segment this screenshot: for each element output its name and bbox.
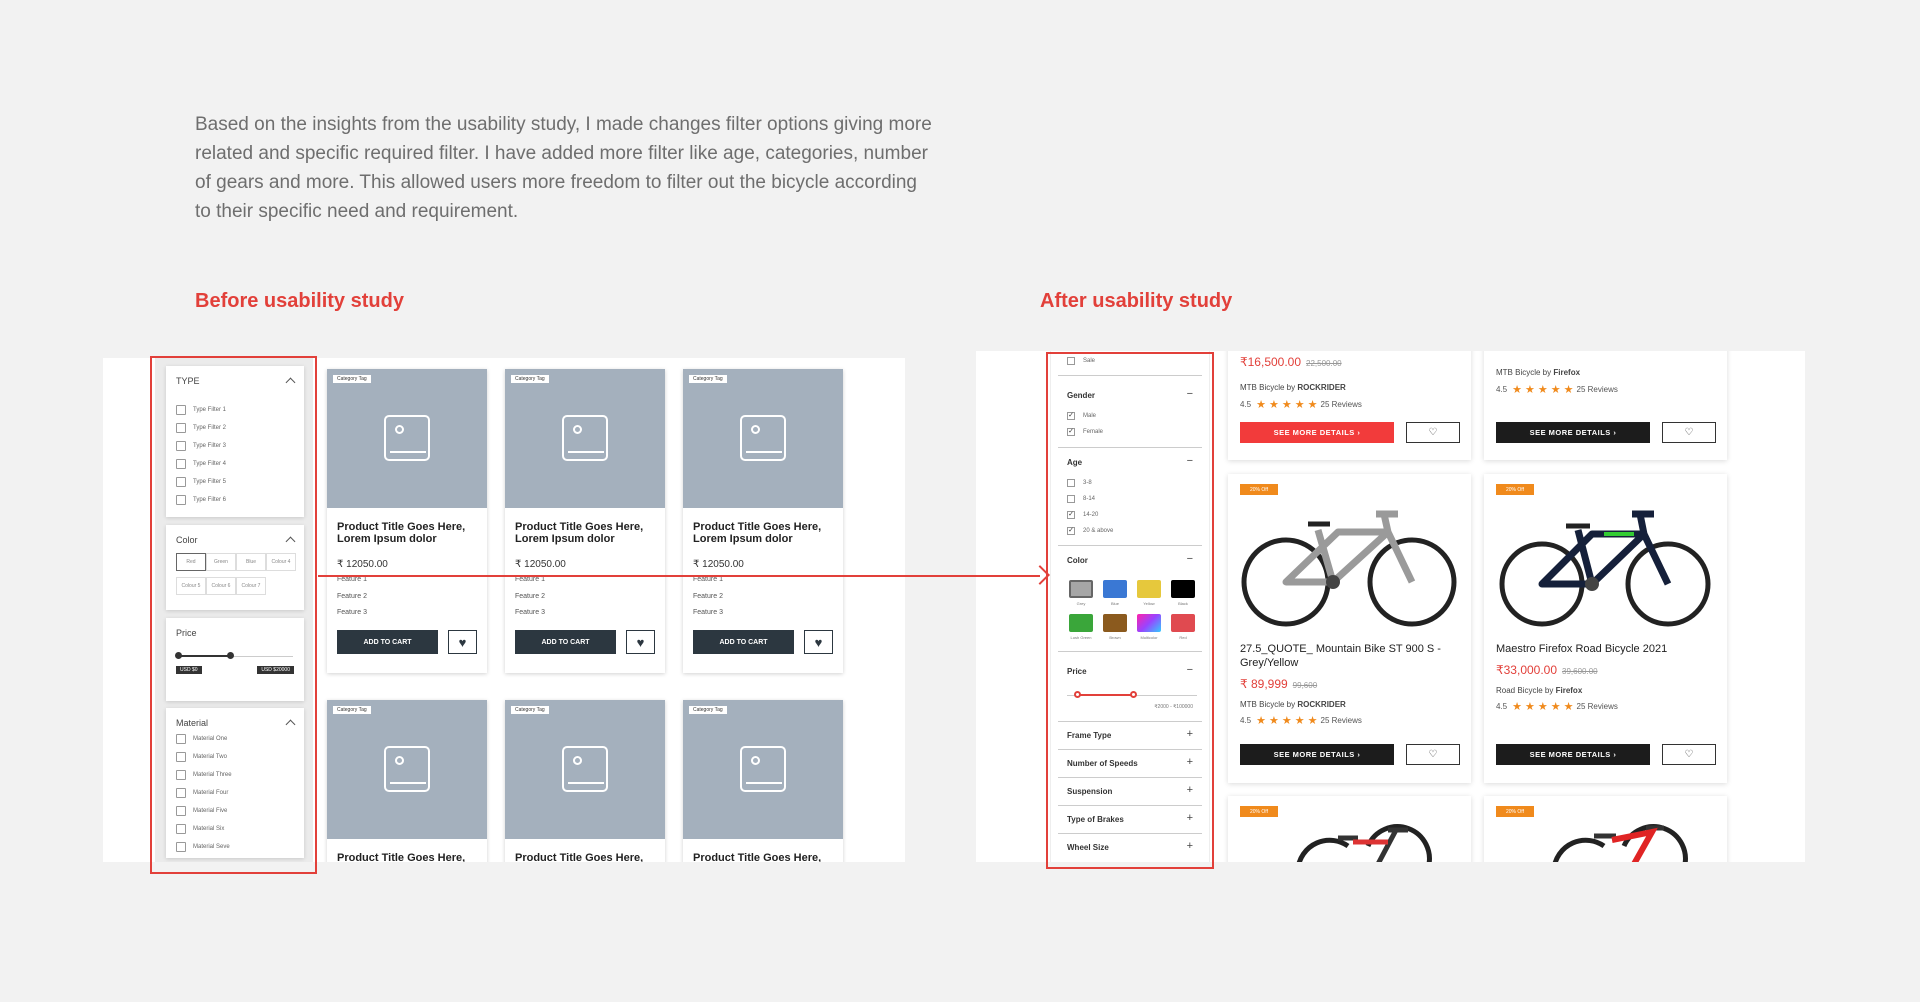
product-feature: Feature 3	[515, 609, 545, 616]
heart-icon[interactable]: ♡	[1662, 744, 1716, 765]
product-title[interactable]: Product Title Goes Here, Lorem Ipsum dol…	[693, 852, 838, 862]
product-card[interactable]: 20% Off	[1228, 796, 1471, 862]
bicycle-image[interactable]	[1524, 818, 1704, 862]
product-price: ₹ 12050.00	[337, 559, 388, 570]
product-feature: Feature 2	[337, 593, 367, 600]
product-card[interactable]: ₹16,500.00 22,500.00 MTB Bicycle by ROCKR…	[1228, 351, 1471, 460]
rating-stars: 4.5 ★ ★ ★ ★ ★ 25 Reviews	[1496, 384, 1618, 396]
product-title[interactable]: Product Title Goes Here, Lorem Ipsum dol…	[337, 521, 482, 545]
bicycle-image[interactable]	[1238, 492, 1460, 632]
product-card[interactable]: Category Tag Product Title Goes Here, Lo…	[683, 369, 843, 673]
product-image-placeholder: Category Tag	[683, 369, 843, 508]
product-brand: MTB Bicycle by Firefox	[1496, 368, 1581, 377]
heart-icon[interactable]: ♡	[1662, 422, 1716, 443]
product-price: ₹ 89,999 99,600	[1240, 677, 1318, 691]
product-image-placeholder: Category Tag	[327, 369, 487, 508]
after-heading: After usability study	[1040, 290, 1233, 312]
heart-icon[interactable]: ♥	[804, 630, 833, 654]
product-card[interactable]: Category Tag Product Title Goes Here, Lo…	[683, 700, 843, 862]
image-icon	[384, 746, 430, 792]
heart-icon[interactable]: ♡	[1406, 744, 1460, 765]
image-icon	[740, 415, 786, 461]
product-price: ₹16,500.00 22,500.00	[1240, 355, 1342, 369]
comparison-arrow	[318, 575, 1040, 577]
product-title[interactable]: Product Title Goes Here, Lorem Ipsum dol…	[337, 852, 482, 862]
product-title[interactable]: Product Title Goes Here, Lorem Ipsum dol…	[693, 521, 838, 545]
add-to-cart-button[interactable]: ADD TO CART	[515, 630, 616, 654]
product-card[interactable]: Category Tag Product Title Goes Here, Lo…	[505, 700, 665, 862]
product-feature: Feature 1	[337, 576, 367, 583]
product-image-placeholder: Category Tag	[683, 700, 843, 839]
product-name[interactable]: Maestro Firefox Road Bicycle 2021	[1496, 642, 1711, 656]
product-image-placeholder: Category Tag	[505, 700, 665, 839]
product-card[interactable]: 20% Off	[1484, 796, 1727, 862]
product-name[interactable]: 27.5_QUOTE_ Mountain Bike ST 900 S - Gre…	[1240, 642, 1455, 670]
product-feature: Feature 3	[337, 609, 367, 616]
product-title[interactable]: Product Title Goes Here, Lorem Ipsum dol…	[515, 521, 660, 545]
discount-badge: 20% Off	[1496, 806, 1534, 817]
discount-badge: 20% Off	[1240, 806, 1278, 817]
intro-paragraph: Based on the insights from the usability…	[195, 114, 932, 222]
image-icon	[740, 746, 786, 792]
before-filter-highlight	[150, 356, 317, 874]
heart-icon[interactable]: ♥	[626, 630, 655, 654]
product-price: ₹ 12050.00	[693, 559, 744, 570]
product-card[interactable]: 20% Off 27.5_QUOTE_ Mountain Bike ST 900…	[1228, 474, 1471, 783]
rating-stars: 4.5 ★ ★ ★ ★ ★ 25 Reviews	[1496, 701, 1618, 713]
product-image-placeholder: Category Tag	[327, 700, 487, 839]
heart-icon[interactable]: ♥	[448, 630, 477, 654]
product-feature: Feature 2	[515, 593, 545, 600]
product-feature: Feature 3	[693, 609, 723, 616]
see-more-details-button[interactable]: SEE MORE DETAILS ›	[1496, 422, 1650, 443]
product-card[interactable]: MTB Bicycle by Firefox 4.5 ★ ★ ★ ★ ★ 25 Review…	[1484, 351, 1727, 460]
before-heading: Before usability study	[195, 290, 404, 312]
product-feature: Feature 1	[693, 576, 723, 583]
rating-stars: 4.5 ★ ★ ★ ★ ★ 25 Reviews	[1240, 399, 1362, 411]
product-price: ₹33,000.00 39,600.00	[1496, 663, 1598, 677]
product-card[interactable]: Category Tag Product Title Goes Here, Lo…	[505, 369, 665, 673]
product-feature: Feature 2	[693, 593, 723, 600]
category-tag: Category Tag	[511, 375, 549, 383]
category-tag: Category Tag	[689, 706, 727, 714]
add-to-cart-button[interactable]: ADD TO CART	[337, 630, 438, 654]
product-price: ₹ 12050.00	[515, 559, 566, 570]
image-icon	[384, 415, 430, 461]
rating-stars: 4.5 ★ ★ ★ ★ ★ 25 Reviews	[1240, 715, 1362, 727]
category-tag: Category Tag	[333, 706, 371, 714]
product-brand: MTB Bicycle by ROCKRIDER	[1240, 383, 1346, 392]
heart-icon[interactable]: ♡	[1406, 422, 1460, 443]
product-card[interactable]: 20% Off Maestro Firefox Road Bicycle 202…	[1484, 474, 1727, 783]
see-more-details-button[interactable]: SEE MORE DETAILS ›	[1240, 422, 1394, 443]
category-tag: Category Tag	[689, 375, 727, 383]
product-feature: Feature 1	[515, 576, 545, 583]
product-title[interactable]: Product Title Goes Here, Lorem Ipsum dol…	[515, 852, 660, 862]
image-icon	[562, 746, 608, 792]
bicycle-image[interactable]	[1494, 492, 1716, 632]
product-image-placeholder: Category Tag	[505, 369, 665, 508]
see-more-details-button[interactable]: SEE MORE DETAILS ›	[1496, 744, 1650, 765]
category-tag: Category Tag	[333, 375, 371, 383]
image-icon	[562, 415, 608, 461]
product-card[interactable]: Category Tag Product Title Goes Here, Lo…	[327, 700, 487, 862]
add-to-cart-button[interactable]: ADD TO CART	[693, 630, 794, 654]
after-filter-highlight	[1046, 352, 1214, 869]
product-brand: Road Bicycle by Firefox	[1496, 686, 1583, 695]
product-card[interactable]: Category Tag Product Title Goes Here, Lo…	[327, 369, 487, 673]
product-brand: MTB Bicycle by ROCKRIDER	[1240, 700, 1346, 709]
category-tag: Category Tag	[511, 706, 549, 714]
bicycle-image[interactable]	[1268, 818, 1448, 862]
see-more-details-button[interactable]: SEE MORE DETAILS ›	[1240, 744, 1394, 765]
